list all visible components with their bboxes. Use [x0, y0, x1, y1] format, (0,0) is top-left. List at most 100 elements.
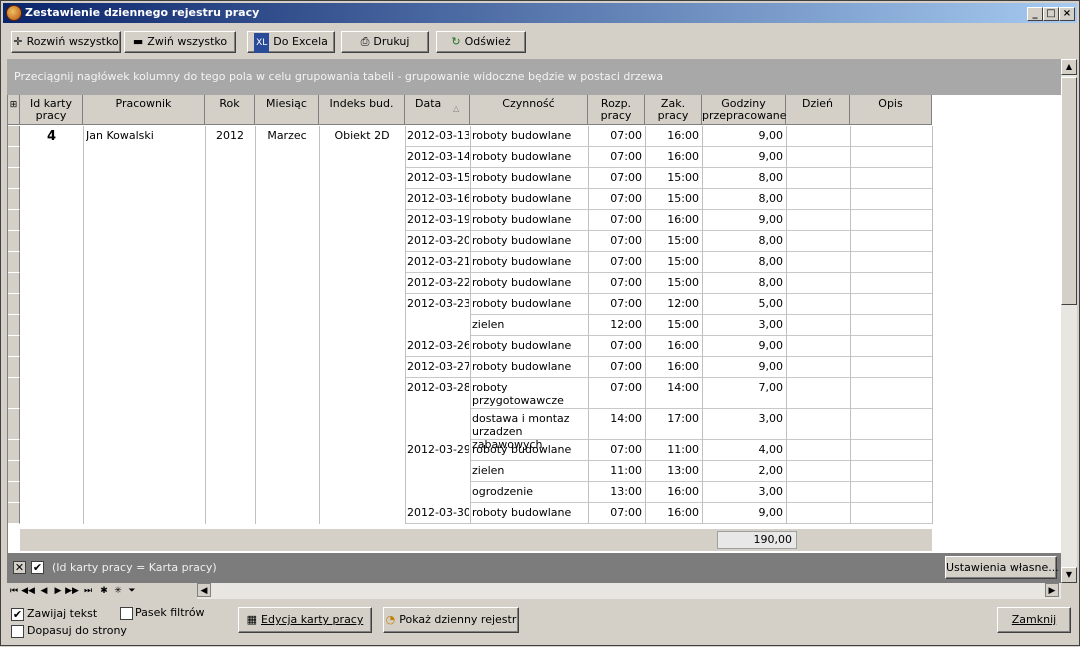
- column-divider: [850, 126, 851, 524]
- scroll-down-icon[interactable]: ▼: [1061, 567, 1077, 583]
- filter-icon[interactable]: ⏷: [125, 584, 139, 598]
- cell-activity: zielen: [472, 464, 505, 477]
- cell-date: 2012-03-20: [407, 234, 469, 247]
- clear-filter-icon[interactable]: ✕: [13, 561, 26, 574]
- last-record-icon[interactable]: ⏭: [81, 584, 95, 598]
- col-header-start[interactable]: Rozp. pracy: [588, 95, 645, 125]
- cell-end: 16:00: [667, 506, 699, 519]
- cell-start: 13:00: [610, 485, 642, 498]
- cell-date: 2012-03-14: [407, 150, 469, 163]
- scroll-left-icon[interactable]: ◀: [197, 583, 211, 597]
- collapse-all-button[interactable]: ▬ Zwiń wszystko: [124, 31, 236, 53]
- refresh-button[interactable]: ↻ Odśwież: [436, 31, 526, 53]
- cell-start: 07:00: [610, 276, 642, 289]
- sort-ascending-icon: △: [453, 104, 460, 113]
- grid-menu-icon: ⊞: [9, 100, 18, 110]
- vertical-scrollbar[interactable]: ▲ ▼: [1061, 59, 1077, 583]
- filter-bar: ✕ ✔ (Id karty pracy = Karta pracy) Ustaw…: [7, 553, 1061, 583]
- cell-activity: roboty budowlane: [472, 234, 572, 247]
- cell-hours: 2,00: [758, 464, 784, 477]
- cell-activity: roboty budowlane: [472, 255, 572, 268]
- record-navigator: ⏮ ◀◀ ◀ ▶ ▶▶ ⏭ ✱ ✳ ⏷ ◀ ▶: [7, 583, 1061, 599]
- main-window: Zestawienie dziennego rejestru pracy _ □…: [0, 0, 1080, 646]
- filter-bar-checkbox[interactable]: [120, 607, 133, 620]
- custom-settings-button[interactable]: Ustawienia własne...: [945, 556, 1059, 579]
- cell-start: 07:00: [610, 360, 642, 373]
- cell-end: 15:00: [667, 234, 699, 247]
- col-header-description[interactable]: Opis: [850, 95, 932, 125]
- cell-hours: 9,00: [758, 339, 784, 352]
- horizontal-scrollbar[interactable]: ◀ ▶: [197, 583, 1061, 599]
- cell-date: 2012-03-30: [407, 506, 469, 519]
- next-page-icon[interactable]: ▶▶: [65, 584, 79, 598]
- col-header-index[interactable]: Indeks bud.: [319, 95, 405, 125]
- column-divider: [319, 126, 320, 524]
- close-button[interactable]: Zamknij: [997, 607, 1071, 633]
- cell-end: 16:00: [667, 360, 699, 373]
- col-header-date[interactable]: Data △: [405, 95, 470, 125]
- column-divider: [470, 126, 471, 524]
- maximize-button[interactable]: □: [1043, 7, 1059, 21]
- cell-hours: 4,00: [758, 443, 784, 456]
- col-header-id[interactable]: Id karty pracy: [20, 95, 83, 125]
- cell-start: 07:00: [610, 339, 642, 352]
- cell-date: 2012-03-23: [407, 297, 469, 310]
- column-divider: [588, 126, 589, 524]
- cell-start: 07:00: [610, 192, 642, 205]
- row-divider: [405, 523, 932, 524]
- col-header-day[interactable]: Dzień: [786, 95, 850, 125]
- cell-end: 15:00: [667, 192, 699, 205]
- next-record-icon[interactable]: ▶: [51, 584, 65, 598]
- cell-activity: roboty budowlane: [472, 506, 572, 519]
- wrap-text-checkbox[interactable]: ✔: [11, 608, 24, 621]
- column-divider: [405, 126, 406, 524]
- cell-activity: roboty budowlane: [472, 171, 572, 184]
- filter-bar-label: Pasek filtrów: [135, 606, 205, 619]
- cell-start: 07:00: [610, 506, 642, 519]
- scroll-right-icon[interactable]: ▶: [1045, 583, 1059, 597]
- cell-date: 2012-03-22: [407, 276, 469, 289]
- fit-page-checkbox[interactable]: [11, 625, 24, 638]
- col-header-hours[interactable]: Godziny przepracowane: [702, 95, 787, 125]
- cell-activity: ogrodzenie: [472, 485, 534, 498]
- col-header-end[interactable]: Zak. pracy: [645, 95, 702, 125]
- cell-end: 12:00: [667, 297, 699, 310]
- cell-activity: roboty budowlane: [472, 150, 572, 163]
- window-title: Zestawienie dziennego rejestru pracy: [25, 6, 260, 19]
- col-header-year[interactable]: Rok: [205, 95, 255, 125]
- column-divider: [83, 126, 84, 524]
- cell-start: 07:00: [610, 234, 642, 247]
- expand-all-button[interactable]: ✛ Rozwiń wszystko: [11, 31, 121, 53]
- cell-hours: 5,00: [758, 297, 784, 310]
- scroll-thumb[interactable]: [1061, 77, 1077, 305]
- col-header-activity[interactable]: Czynność: [470, 95, 588, 125]
- fit-page-label: Dopasuj do strony: [27, 624, 127, 637]
- show-daily-register-button[interactable]: ◔ Pokaż dzienny rejestr: [383, 607, 519, 633]
- delete-record-icon[interactable]: ✳: [111, 584, 125, 598]
- refresh-icon: ↻: [451, 35, 461, 48]
- insert-record-icon[interactable]: ✱: [97, 584, 111, 598]
- cell-date: 2012-03-13: [407, 129, 469, 142]
- cell-start: 07:00: [610, 297, 642, 310]
- group-by-panel[interactable]: Przeciągnij nagłówek kolumny do tego pol…: [7, 59, 1075, 95]
- prev-page-icon[interactable]: ◀◀: [21, 584, 35, 598]
- cell-end: 16:00: [667, 339, 699, 352]
- cell-start: 14:00: [610, 412, 642, 425]
- scroll-up-icon[interactable]: ▲: [1061, 59, 1077, 75]
- edit-work-card-button[interactable]: ▦ Edycja karty pracy: [238, 607, 372, 633]
- bottom-panel: ✔ Zawijaj tekst Pasek filtrów Dopasuj do…: [1, 601, 1080, 647]
- cell-start: 07:00: [610, 150, 642, 163]
- prev-record-icon[interactable]: ◀: [37, 584, 51, 598]
- print-button[interactable]: ⎙ Drukuj: [341, 31, 429, 53]
- cell-end: 15:00: [667, 318, 699, 331]
- cell-activity: roboty budowlane: [472, 129, 572, 142]
- close-window-button[interactable]: ×: [1059, 7, 1075, 21]
- col-header-worker[interactable]: Pracownik: [83, 95, 205, 125]
- header-indicator[interactable]: ⊞: [8, 95, 20, 125]
- first-record-icon[interactable]: ⏮: [7, 584, 21, 598]
- col-header-month[interactable]: Miesiąc: [255, 95, 319, 125]
- filter-enabled-checkbox[interactable]: ✔: [31, 561, 44, 574]
- minimize-button[interactable]: _: [1027, 7, 1043, 21]
- cell-hours: 9,00: [758, 360, 784, 373]
- export-excel-button[interactable]: XL Do Excela: [247, 31, 335, 53]
